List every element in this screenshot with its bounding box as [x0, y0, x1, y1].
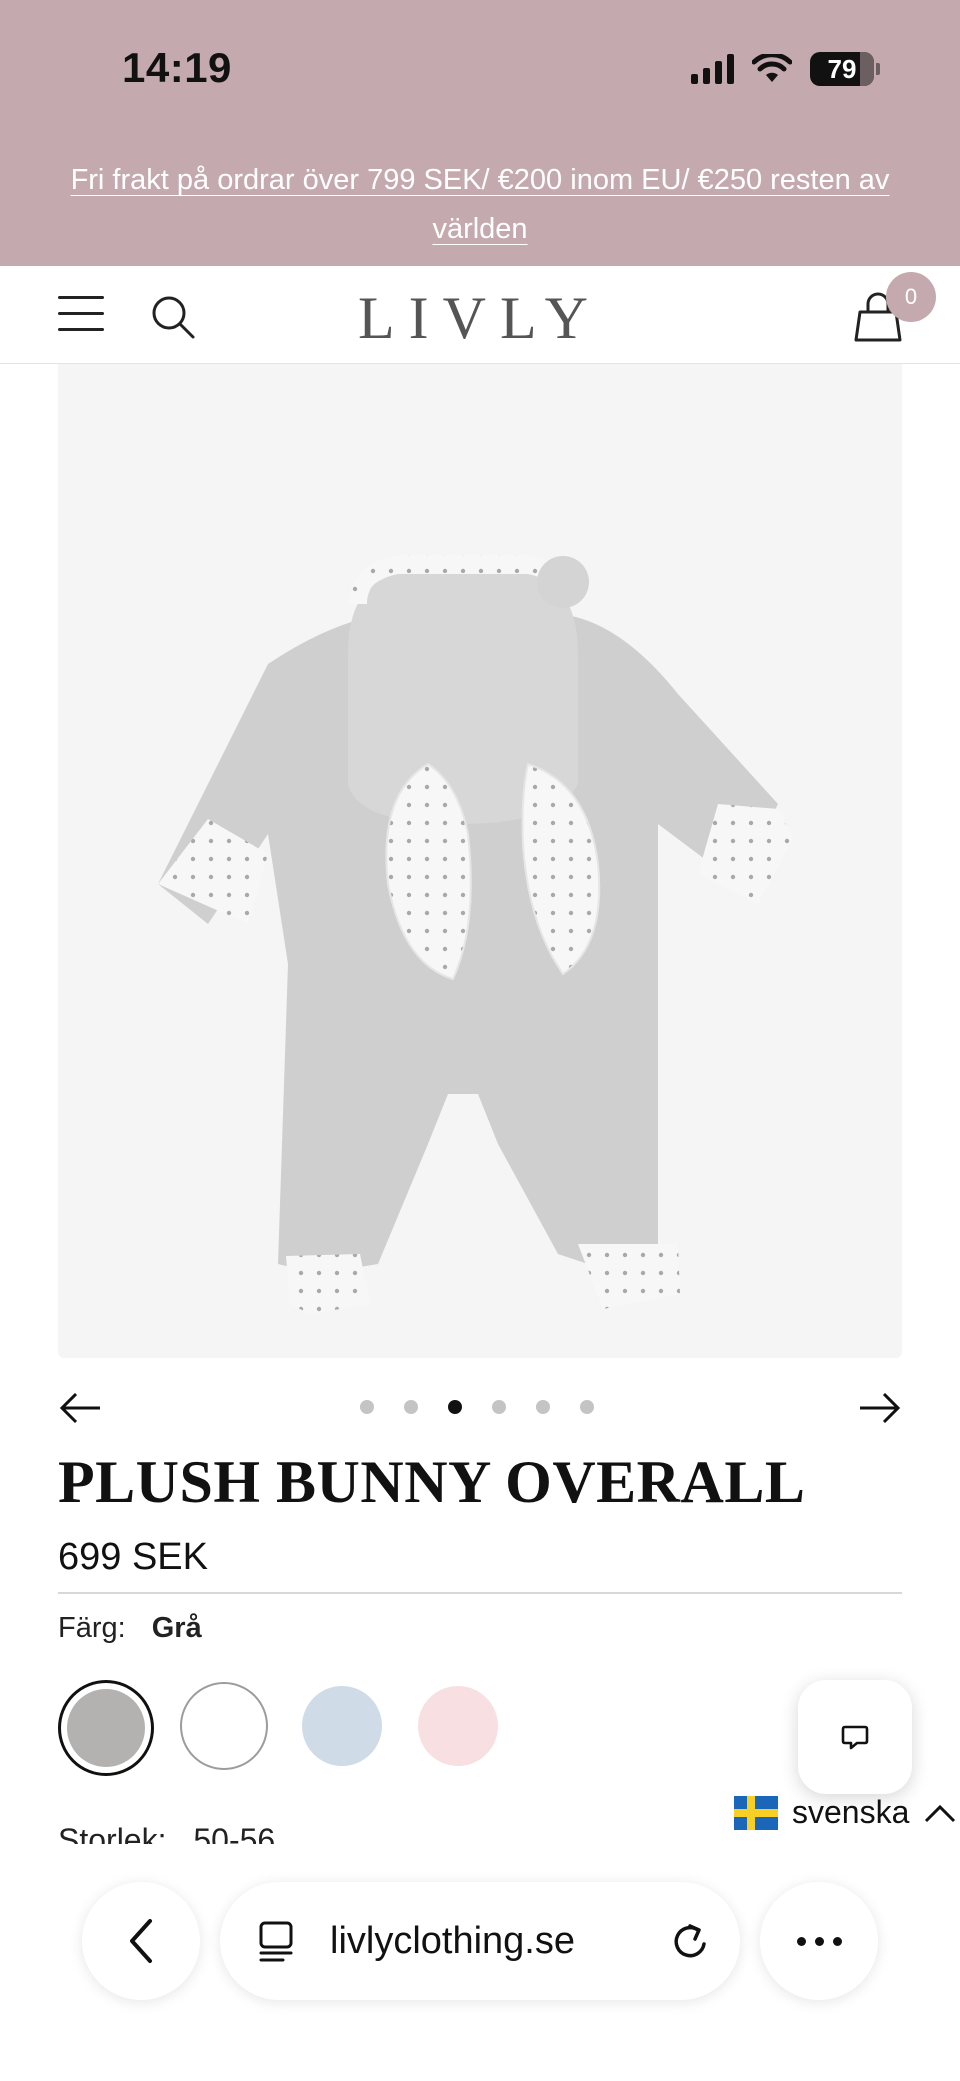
gallery-dot[interactable]: [536, 1400, 550, 1414]
chat-button[interactable]: [798, 1680, 912, 1794]
chat-icon: [841, 1725, 869, 1750]
gallery-dot[interactable]: [404, 1400, 418, 1414]
site-logo[interactable]: LIVLY: [0, 284, 960, 353]
previous-image-arrow-icon[interactable]: [58, 1390, 102, 1426]
battery-icon: 79: [810, 52, 874, 86]
color-value: Grå: [151, 1612, 202, 1644]
more-options-button[interactable]: [760, 1882, 878, 2000]
announcement-line-2[interactable]: världen: [432, 213, 527, 245]
language-label: svenska: [792, 1794, 910, 1830]
color-swatch-white[interactable]: [180, 1682, 268, 1770]
gallery-dot[interactable]: [492, 1400, 506, 1414]
cart-count-badge[interactable]: 0: [886, 272, 936, 322]
cellular-signal-icon: [691, 54, 734, 84]
tabs-icon[interactable]: [258, 1920, 298, 1962]
url-text[interactable]: livlyclothing.se: [330, 1920, 575, 1963]
gallery-dot[interactable]: [360, 1400, 374, 1414]
gallery-dot[interactable]: [580, 1400, 594, 1414]
top-band: 14:19 79 Fri frakt på ordrar över 799 SE…: [0, 0, 960, 266]
battery-percent: 79: [827, 53, 857, 84]
chevron-up-icon: [925, 1804, 956, 1822]
product-title: PLUSH BUNNY OVERALL: [58, 1449, 806, 1515]
color-selector-label: Färg: Grå: [58, 1612, 202, 1645]
product-price: 699 SEK: [58, 1536, 208, 1578]
address-bar[interactable]: livlyclothing.se: [220, 1882, 740, 2000]
shipping-announcement[interactable]: Fri frakt på ordrar över 799 SEK/ €200 i…: [60, 156, 900, 254]
color-swatch-blue[interactable]: [302, 1686, 382, 1766]
announcement-line-1[interactable]: Fri frakt på ordrar över 799 SEK/ €200 i…: [71, 164, 890, 196]
language-selector[interactable]: svenska: [734, 1794, 957, 1831]
next-image-arrow-icon[interactable]: [858, 1390, 902, 1426]
gallery-dot-active[interactable]: [448, 1400, 462, 1414]
divider: [58, 1592, 902, 1594]
swedish-flag-icon: [734, 1795, 778, 1830]
site-header: LIVLY: [0, 266, 960, 364]
size-value: 50-56: [193, 1822, 276, 1844]
gallery-pagination: [360, 1400, 594, 1414]
ellipsis-icon: [796, 1936, 806, 1946]
color-swatch-gray-selected[interactable]: [58, 1680, 154, 1776]
status-time: 14:19: [122, 44, 232, 91]
browser-toolbar: livlyclothing.se: [0, 1844, 960, 2081]
color-label: Färg:: [58, 1612, 126, 1644]
browser-back-button[interactable]: [82, 1882, 200, 2000]
color-swatch-pink[interactable]: [418, 1686, 498, 1766]
product-image[interactable]: [58, 364, 902, 1358]
size-selector-label: Storlek: 50-56: [58, 1822, 275, 1844]
size-label: Storlek:: [58, 1822, 167, 1844]
status-icons: 79: [691, 52, 880, 86]
chevron-left-icon: [130, 1919, 152, 1963]
wifi-icon: [752, 54, 792, 82]
bunny-overall-illustration: [158, 555, 793, 1314]
reload-icon[interactable]: [668, 1920, 712, 1964]
